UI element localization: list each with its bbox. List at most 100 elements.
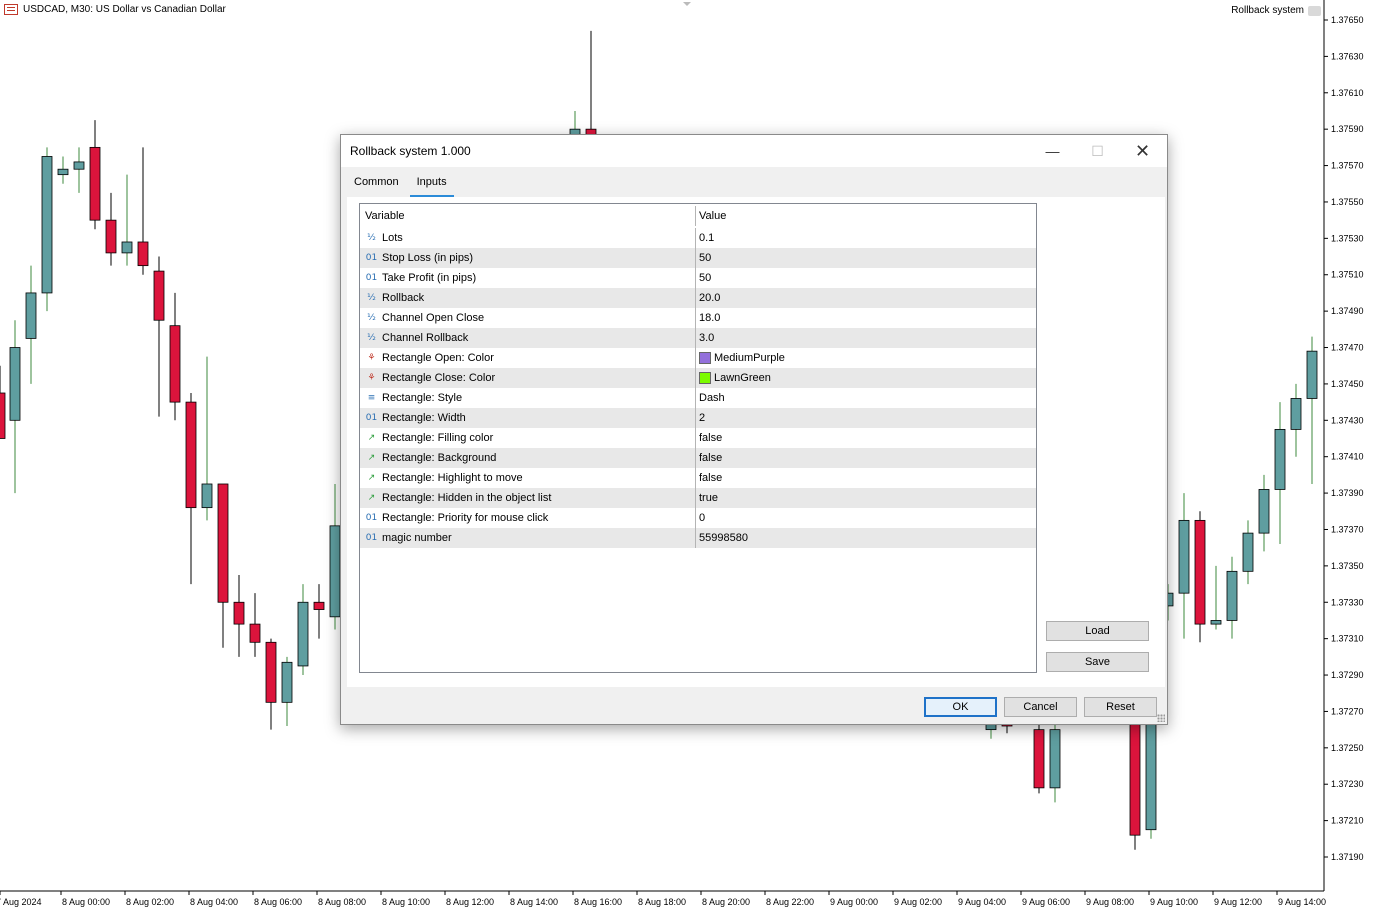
tab-inputs[interactable]: Inputs bbox=[409, 173, 454, 197]
variable-name: Lots bbox=[382, 232, 403, 244]
reset-button[interactable]: Reset bbox=[1084, 697, 1157, 717]
time-tick-label: 8 Aug 06:00 bbox=[254, 897, 302, 907]
variable-name: Rectangle: Priority for mouse click bbox=[382, 512, 549, 524]
variable-cell: ↗ Rectangle: Highlight to move bbox=[360, 468, 696, 488]
maximize-icon[interactable]: ☐ bbox=[1075, 135, 1120, 167]
bool-type-icon: ↗ bbox=[367, 493, 376, 503]
load-button[interactable]: Load bbox=[1046, 621, 1149, 641]
variable-value: false bbox=[699, 472, 723, 484]
input-row[interactable]: 01 Take Profit (in pips) 50 bbox=[360, 268, 1036, 288]
dialog-tabs: Common Inputs bbox=[347, 173, 1161, 197]
candle-body bbox=[217, 483, 229, 603]
value-cell[interactable]: 3.0 bbox=[696, 328, 1036, 348]
input-row[interactable]: ½ Rollback 20.0 bbox=[360, 288, 1036, 308]
tab-common[interactable]: Common bbox=[347, 173, 406, 197]
price-tick-label: 1.37530 bbox=[1331, 233, 1364, 243]
variable-value: MediumPurple bbox=[714, 352, 785, 364]
value-cell[interactable]: 0 bbox=[696, 508, 1036, 528]
integer-type-icon: 01 bbox=[365, 533, 378, 543]
value-cell[interactable]: 50 bbox=[696, 248, 1036, 268]
time-tick-label: 8 Aug 12:00 bbox=[446, 897, 494, 907]
time-tick-label: 9 Aug 14:00 bbox=[1278, 897, 1326, 907]
chart-title: USDCAD, M30: US Dollar vs Canadian Dolla… bbox=[4, 4, 226, 15]
minimize-icon[interactable]: — bbox=[1030, 135, 1075, 167]
input-row[interactable]: ½ Channel Open Close 18.0 bbox=[360, 308, 1036, 328]
variable-cell: 01 Stop Loss (in pips) bbox=[360, 248, 696, 268]
variable-value: LawnGreen bbox=[714, 372, 771, 384]
input-row[interactable]: ↗ Rectangle: Hidden in the object list tru… bbox=[360, 488, 1036, 508]
value-cell[interactable]: false bbox=[696, 468, 1036, 488]
variable-cell: ½ Rollback bbox=[360, 288, 696, 308]
value-cell[interactable]: MediumPurple bbox=[696, 348, 1036, 368]
time-tick-label: 9 Aug 04:00 bbox=[958, 897, 1006, 907]
close-icon[interactable]: ✕ bbox=[1120, 135, 1165, 167]
variable-name: Channel Open Close bbox=[382, 312, 485, 324]
variable-name: Rectangle: Width bbox=[382, 412, 466, 424]
candle-body bbox=[233, 601, 245, 625]
expert-hat-icon bbox=[1308, 5, 1321, 16]
cancel-button[interactable]: Cancel bbox=[1004, 697, 1077, 717]
input-row[interactable]: ⚘ Rectangle Close: Color LawnGreen bbox=[360, 368, 1036, 388]
column-header-variable[interactable]: Variable bbox=[360, 206, 696, 226]
expert-label[interactable]: Rollback system bbox=[1231, 5, 1321, 16]
input-row[interactable]: 01 magic number 55998580 bbox=[360, 528, 1036, 548]
candle-body bbox=[329, 525, 341, 618]
inputs-dialog: Rollback system 1.000 — ☐ ✕ Common Input… bbox=[340, 134, 1168, 725]
price-tick-label: 1.37310 bbox=[1331, 634, 1364, 644]
candle-body bbox=[1306, 350, 1318, 399]
enum-type-icon: ≡ bbox=[367, 393, 376, 403]
value-cell[interactable]: 2 bbox=[696, 408, 1036, 428]
time-tick-label: 8 Aug 00:00 bbox=[62, 897, 110, 907]
price-tick-label: 1.37510 bbox=[1331, 270, 1364, 280]
candle-body bbox=[1194, 519, 1206, 625]
variable-value: 50 bbox=[699, 272, 712, 284]
time-tick-label: 8 Aug 14:00 bbox=[510, 897, 558, 907]
variable-cell: ↗ Rectangle: Filling color bbox=[360, 428, 696, 448]
input-row[interactable]: ↗ Rectangle: Filling color false bbox=[360, 428, 1036, 448]
double-type-icon: ½ bbox=[367, 233, 376, 243]
variable-name: Rectangle Open: Color bbox=[382, 352, 494, 364]
variable-value: 2 bbox=[699, 412, 706, 424]
time-tick-label: 8 Aug 08:00 bbox=[318, 897, 366, 907]
value-cell[interactable]: 20.0 bbox=[696, 288, 1036, 308]
value-cell[interactable]: Dash bbox=[696, 388, 1036, 408]
value-cell[interactable]: 50 bbox=[696, 268, 1036, 288]
candle-body bbox=[1290, 398, 1302, 430]
input-row[interactable]: 01 Rectangle: Width 2 bbox=[360, 408, 1036, 428]
value-cell[interactable]: 55998580 bbox=[696, 528, 1036, 548]
value-cell[interactable]: true bbox=[696, 488, 1036, 508]
double-type-icon: ½ bbox=[367, 313, 376, 323]
input-row[interactable]: ↗ Rectangle: Highlight to move false bbox=[360, 468, 1036, 488]
resize-grip-icon[interactable] bbox=[1157, 714, 1165, 722]
value-cell[interactable]: false bbox=[696, 428, 1036, 448]
input-row[interactable]: ½ Lots 0.1 bbox=[360, 228, 1036, 248]
time-tick-label: 9 Aug 00:00 bbox=[830, 897, 878, 907]
variable-cell: 01 Rectangle: Width bbox=[360, 408, 696, 428]
value-cell[interactable]: 18.0 bbox=[696, 308, 1036, 328]
value-cell[interactable]: false bbox=[696, 448, 1036, 468]
input-row[interactable]: ⚘ Rectangle Open: Color MediumPurple bbox=[360, 348, 1036, 368]
candle-body bbox=[201, 483, 213, 509]
variable-name: Rectangle: Highlight to move bbox=[382, 472, 523, 484]
value-cell[interactable]: LawnGreen bbox=[696, 368, 1036, 388]
time-tick-label: 8 Aug 18:00 bbox=[638, 897, 686, 907]
candle-body bbox=[0, 392, 6, 439]
variable-value: 50 bbox=[699, 252, 712, 264]
input-row[interactable]: 01 Stop Loss (in pips) 50 bbox=[360, 248, 1036, 268]
value-cell[interactable]: 0.1 bbox=[696, 228, 1036, 248]
candle-body bbox=[1178, 519, 1190, 594]
save-button[interactable]: Save bbox=[1046, 652, 1149, 672]
input-row[interactable]: ≡ Rectangle: Style Dash bbox=[360, 388, 1036, 408]
candle-body bbox=[1145, 711, 1157, 831]
input-row[interactable]: ½ Channel Rollback 3.0 bbox=[360, 328, 1036, 348]
price-tick-label: 1.37490 bbox=[1331, 306, 1364, 316]
dialog-titlebar[interactable]: Rollback system 1.000 — ☐ ✕ bbox=[341, 135, 1167, 167]
double-type-icon: ½ bbox=[367, 293, 376, 303]
input-row[interactable]: ↗ Rectangle: Background false bbox=[360, 448, 1036, 468]
input-row[interactable]: 01 Rectangle: Priority for mouse click 0 bbox=[360, 508, 1036, 528]
bool-type-icon: ↗ bbox=[367, 473, 376, 483]
price-tick-label: 1.37190 bbox=[1331, 852, 1364, 862]
price-tick-label: 1.37430 bbox=[1331, 415, 1364, 425]
column-header-value[interactable]: Value bbox=[696, 206, 1036, 226]
ok-button[interactable]: OK bbox=[924, 697, 997, 717]
